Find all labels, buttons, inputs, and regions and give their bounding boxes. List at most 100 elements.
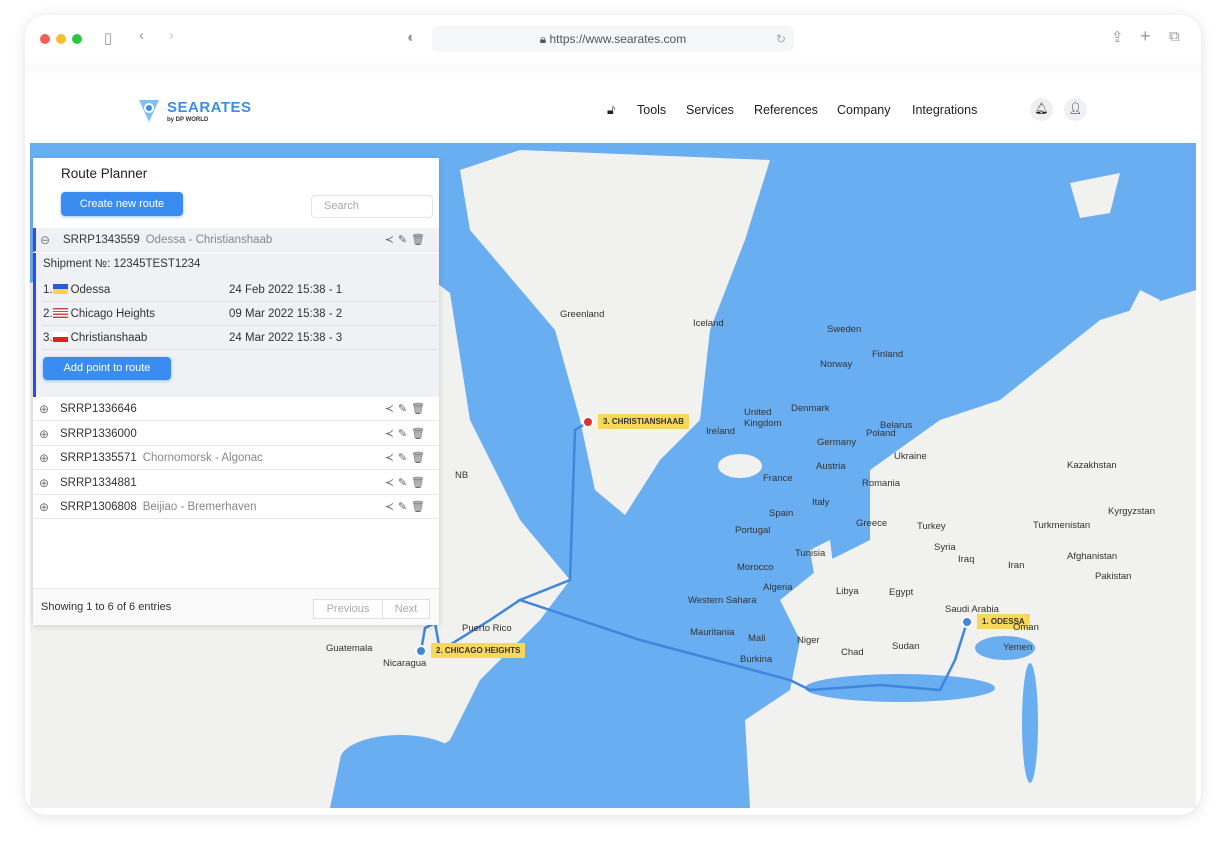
map-label: Libya	[836, 586, 859, 597]
map-label: Kazakhstan	[1067, 460, 1117, 471]
map-label: Guatemala	[326, 643, 373, 654]
site-header: SEARATES by DP WORLD 🔓︎ Tools Services R…	[25, 75, 1201, 143]
flag-ua-icon	[52, 284, 68, 294]
map-label: Iraq	[958, 554, 975, 565]
map-label: Algeria	[763, 582, 793, 593]
add-point-button[interactable]: Add point to route	[43, 357, 171, 380]
share-icon[interactable]: ≺	[385, 452, 398, 464]
map-label: Italy	[812, 497, 830, 508]
map-label: Tunisia	[795, 548, 826, 559]
map-label: Nicaragua	[383, 658, 427, 669]
map-label: Western Sahara	[688, 595, 757, 606]
reload-icon[interactable]: ↻	[776, 26, 786, 52]
route-row[interactable]: ⊕ SRRP1334881 ≺✎🗑︎	[33, 471, 439, 495]
browser-window: ▯ ‹ › ◐ 🔒︎ https://www.searates.com ↻ ⇪ +…	[25, 15, 1201, 815]
address-bar[interactable]: 🔒︎ https://www.searates.com ↻	[432, 26, 794, 52]
map-label: Greece	[856, 518, 888, 529]
minimize-dot[interactable]	[56, 34, 66, 44]
nav-tools[interactable]: Tools	[637, 103, 666, 117]
nav-services[interactable]: Services	[686, 103, 734, 117]
forward-icon[interactable]: ›	[169, 27, 174, 44]
edit-icon[interactable]: ✎	[398, 452, 411, 464]
route-details: Shipment №: 12345TEST1234 1. Odessa 24 Feb…	[33, 253, 439, 397]
map-label: Puerto Rico	[462, 623, 512, 634]
expand-icon[interactable]: ⊕	[39, 422, 49, 446]
sidebar-icon[interactable]: ▯	[104, 29, 112, 47]
trash-icon[interactable]: 🗑︎	[411, 403, 429, 415]
map-label: Oman	[1013, 622, 1039, 633]
new-tab-icon[interactable]: +	[1140, 26, 1151, 47]
shield-icon[interactable]: ◐	[407, 29, 416, 46]
map-label: Mauritania	[690, 627, 735, 638]
map-label: Austria	[816, 461, 846, 472]
trash-icon[interactable]: 🗑︎	[411, 452, 429, 464]
map-label: Iceland	[693, 318, 724, 329]
map-label: Iran	[1008, 560, 1025, 571]
expand-icon[interactable]: ⊕	[39, 446, 49, 470]
marker-odessa[interactable]	[961, 616, 973, 628]
map-label: Norway	[820, 359, 853, 370]
panel-title: Route Planner	[61, 166, 148, 181]
share-icon[interactable]: ≺	[385, 403, 398, 415]
expand-icon[interactable]: ⊕	[39, 495, 49, 519]
flag-us-icon	[52, 308, 68, 318]
collapse-icon[interactable]: ⊖	[40, 228, 50, 252]
search-input[interactable]: Search	[311, 195, 433, 218]
map-label: Pakistan	[1095, 571, 1132, 582]
route-point[interactable]: 1. Odessa 24 Feb 2022 15:38 - 1	[43, 278, 436, 302]
create-new-route-button[interactable]: Create new route	[61, 192, 183, 216]
shipment-number: Shipment №: 12345TEST1234	[43, 258, 201, 270]
route-row[interactable]: ⊕ SRRP1335571 Chornomorsk - Algonac ≺✎🗑︎	[33, 446, 439, 470]
trash-icon[interactable]: 🗑︎	[411, 428, 429, 440]
browser-toolbar: ▯ ‹ › ◐ 🔒︎ https://www.searates.com ↻ ⇪ +…	[25, 15, 1201, 63]
marker-chicago-heights[interactable]	[415, 645, 427, 657]
map-label: NB	[455, 470, 469, 481]
map-label: Kyrgyzstan	[1108, 506, 1155, 517]
map-label: Turkmenistan	[1033, 520, 1091, 531]
previous-button[interactable]: Previous	[313, 599, 383, 619]
share-icon[interactable]: ≺	[385, 428, 398, 440]
next-button[interactable]: Next	[382, 599, 430, 619]
map-label: Finland	[872, 349, 904, 360]
route-point[interactable]: 2. Chicago Heights 09 Mar 2022 15:38 - 2	[43, 302, 436, 326]
route-point[interactable]: 3. Christianshaab 24 Mar 2022 15:38 - 3	[43, 326, 436, 350]
trash-icon[interactable]: 🗑︎	[411, 234, 429, 246]
share-icon[interactable]: ≺	[385, 477, 398, 489]
tabs-icon[interactable]: ⧉	[1169, 28, 1180, 45]
map-label: Spain	[769, 508, 794, 519]
edit-icon[interactable]: ✎	[398, 428, 411, 440]
nav-integrations[interactable]: Integrations	[912, 103, 977, 117]
bell-icon[interactable]: 🔔︎	[1030, 98, 1053, 121]
nav-references[interactable]: References	[754, 103, 818, 117]
edit-icon[interactable]: ✎	[398, 501, 411, 513]
edit-icon[interactable]: ✎	[398, 403, 411, 415]
trash-icon[interactable]: 🗑︎	[411, 477, 429, 489]
route-row[interactable]: ⊕ SRRP1336646 ≺✎🗑︎	[33, 397, 439, 421]
map-label: Mali	[748, 633, 766, 644]
route-row[interactable]: ⊕ SRRP1306808 Beijiao - Bremerhaven ≺✎🗑︎	[33, 495, 439, 519]
pagination: Showing 1 to 6 of 6 entries Previous Nex…	[33, 588, 439, 625]
edit-icon[interactable]: ✎	[398, 477, 411, 489]
map-label: Romania	[862, 478, 901, 489]
share-icon[interactable]: ≺	[385, 234, 398, 246]
marker-christianshaab[interactable]	[582, 416, 594, 428]
lock-open-icon[interactable]: 🔓︎	[607, 103, 615, 118]
map-label: Saudi Arabia	[945, 604, 999, 615]
share-icon[interactable]: ⇪	[1111, 28, 1124, 46]
route-row[interactable]: ⊕ SRRP1336000 ≺✎🗑︎	[33, 422, 439, 446]
nav-company[interactable]: Company	[837, 103, 891, 117]
trash-icon[interactable]: 🗑︎	[411, 501, 429, 513]
map-label: Niger	[797, 635, 820, 646]
back-icon[interactable]: ‹	[139, 27, 144, 44]
expand-icon[interactable]: ⊕	[39, 397, 49, 421]
edit-icon[interactable]: ✎	[398, 234, 411, 246]
close-dot[interactable]	[40, 34, 50, 44]
map-label: Germany	[817, 437, 857, 448]
map-label: Portugal	[735, 525, 771, 536]
map-label: Turkey	[917, 521, 946, 532]
expand-icon[interactable]: ⊕	[39, 471, 49, 495]
user-icon[interactable]: 👤︎	[1064, 98, 1087, 121]
zoom-dot[interactable]	[72, 34, 82, 44]
share-icon[interactable]: ≺	[385, 501, 398, 513]
route-row-expanded[interactable]: ⊖ SRRP1343559 Odessa - Christianshaab ≺✎🗑…	[33, 228, 439, 252]
